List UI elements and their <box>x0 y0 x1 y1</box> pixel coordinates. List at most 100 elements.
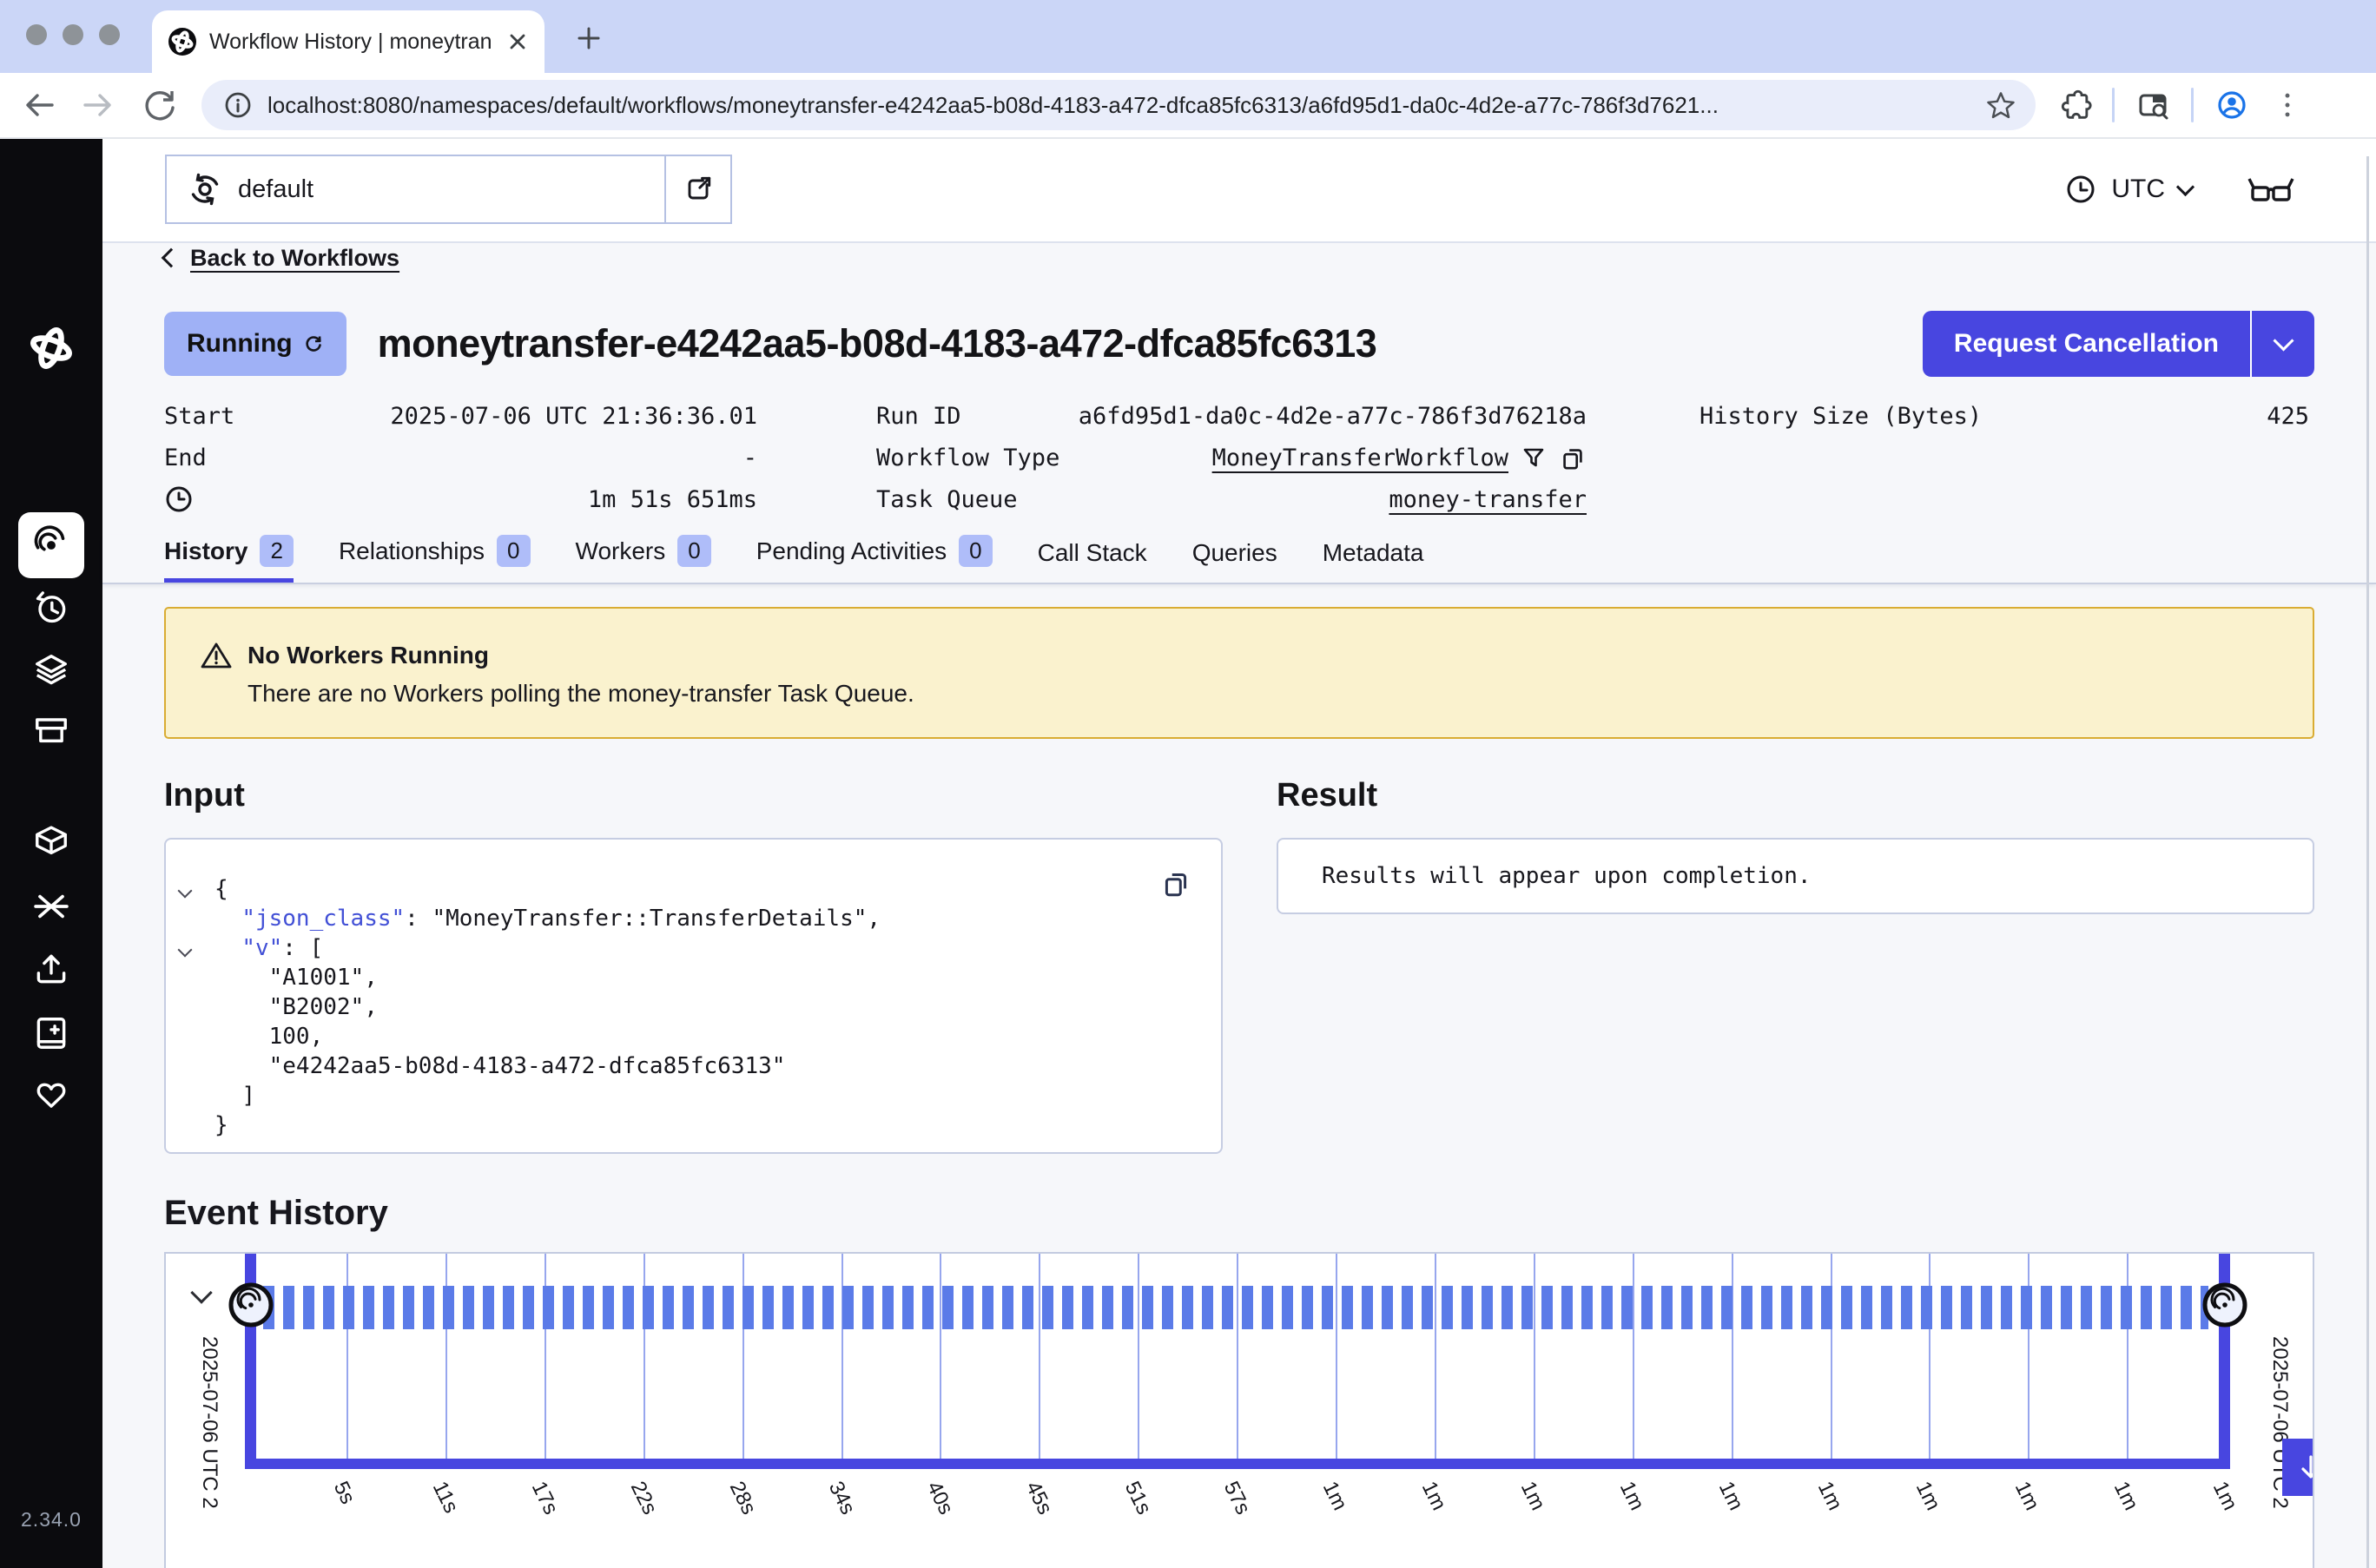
timeline-expander-chevron[interactable] <box>194 1285 209 1305</box>
json-line: "B2002", <box>214 992 1190 1022</box>
warning-triangle-icon <box>201 640 232 671</box>
tab-pending-activities[interactable]: Pending Activities0 <box>756 535 993 583</box>
no-workers-warning-banner: No Workers Running There are no Workers … <box>164 607 2314 739</box>
browser-toolbar: localhost:8080/namespaces/default/workfl… <box>0 73 2376 139</box>
axis-tick-label: 1m <box>1515 1478 1550 1514</box>
labs-glasses-icon[interactable] <box>2244 170 2298 208</box>
timeline-gridline <box>1237 1254 1238 1459</box>
sidebar-item-import[interactable] <box>0 946 102 992</box>
timezone-picker[interactable]: UTC <box>2064 173 2192 206</box>
history-size-label: History Size (Bytes) <box>1700 403 1982 430</box>
sidebar-item-schedules[interactable] <box>0 585 102 630</box>
window-controls[interactable] <box>26 24 120 45</box>
timeline-gridline <box>742 1254 744 1459</box>
theme-sun-icon[interactable] <box>0 1563 102 1568</box>
collapse-chevron-icon[interactable] <box>180 885 190 900</box>
workflows-spiral-icon <box>18 512 84 578</box>
sidebar-item-namespaces[interactable] <box>0 648 102 693</box>
sidebar-item-deployments[interactable] <box>0 820 102 866</box>
tab-call-stack[interactable]: Call Stack <box>1038 539 1147 583</box>
forward-arrow-icon[interactable] <box>80 86 118 124</box>
request-cancellation-label[interactable]: Request Cancellation <box>1923 311 2252 377</box>
axis-tick-label: 1m <box>1614 1478 1649 1514</box>
json-line: } <box>214 1110 1190 1140</box>
sidebar-item-workflows[interactable] <box>0 512 102 578</box>
scroll-to-bottom-button[interactable] <box>2282 1439 2314 1496</box>
latest-event-marker[interactable] <box>2202 1282 2247 1328</box>
axis-tick-label: 1m <box>1416 1478 1451 1514</box>
tab-relationships[interactable]: Relationships0 <box>339 535 531 583</box>
timeline-gridline <box>1435 1254 1436 1459</box>
run-id-label: Run ID <box>876 403 961 430</box>
sidebar-item-feedback[interactable] <box>0 1073 102 1118</box>
workflow-details: Start2025-07-06 UTC 21:36:36.01 End- 1m … <box>164 398 2314 523</box>
tab-title: Workflow History | moneytran <box>209 30 494 55</box>
tab-history[interactable]: History2 <box>164 535 294 583</box>
timeline-gridline <box>1039 1254 1040 1459</box>
tab-relationships-count: 0 <box>497 535 530 567</box>
axis-tick-label: 34s <box>822 1478 859 1519</box>
kebab-menu-icon[interactable] <box>2270 88 2305 122</box>
namespace-selector[interactable]: default <box>165 155 732 224</box>
start-label: Start <box>164 403 234 430</box>
axis-tick-label: 51s <box>1119 1478 1156 1519</box>
close-window-button[interactable] <box>26 24 47 45</box>
cancel-menu-chevron[interactable] <box>2252 311 2314 377</box>
task-queue-link[interactable]: money-transfer <box>1389 486 1587 513</box>
end-label: End <box>164 445 207 471</box>
zoom-window-button[interactable] <box>99 24 120 45</box>
toolbar-separator <box>2191 88 2194 122</box>
json-line: { <box>214 874 1190 904</box>
timezone-label: UTC <box>2111 175 2165 204</box>
external-link-icon[interactable] <box>666 156 730 222</box>
timeline-gridline <box>1633 1254 1634 1459</box>
request-cancellation-button[interactable]: Request Cancellation <box>1923 311 2314 377</box>
tab-queries[interactable]: Queries <box>1192 539 1277 583</box>
run-id-value: a6fd95d1-da0c-4d2e-a77c-786f3d76218a <box>1079 403 1587 430</box>
back-arrow-icon[interactable] <box>19 86 57 124</box>
temporal-logo-icon[interactable] <box>0 320 102 377</box>
site-info-icon[interactable] <box>222 89 254 121</box>
copy-icon[interactable] <box>1160 867 1191 899</box>
tab-search-icon[interactable] <box>2134 86 2172 124</box>
event-history-timeline[interactable]: 5s11s17s22s28s34s40s45s51s57s1m1m1m1m1m1… <box>164 1252 2314 1568</box>
timeline-gridline <box>644 1254 645 1459</box>
minimize-window-button[interactable] <box>63 24 83 45</box>
status-label: Running <box>187 329 293 359</box>
workflow-type-link[interactable]: MoneyTransferWorkflow <box>1212 445 1508 471</box>
filter-funnel-icon[interactable] <box>1521 445 1547 471</box>
url-text[interactable]: localhost:8080/namespaces/default/workfl… <box>267 92 1970 119</box>
result-placeholder: Results will appear upon completion. <box>1322 863 1812 889</box>
tab-workers-count: 0 <box>677 535 710 567</box>
tab-history-count: 2 <box>260 535 293 567</box>
end-value: - <box>743 445 757 471</box>
timeline-gridline <box>1732 1254 1733 1459</box>
browser-tab[interactable]: Workflow History | moneytran <box>152 10 544 73</box>
workflow-started-marker[interactable] <box>228 1282 274 1328</box>
collapse-chevron-icon[interactable] <box>180 944 190 959</box>
json-line: "json_class": "MoneyTransfer::TransferDe… <box>214 904 1190 933</box>
reload-icon[interactable] <box>141 86 179 124</box>
json-line: ] <box>214 1081 1190 1110</box>
sidebar-item-nexus[interactable] <box>0 884 102 929</box>
tab-metadata[interactable]: Metadata <box>1323 539 1424 583</box>
url-bar[interactable]: localhost:8080/namespaces/default/workfl… <box>201 80 2036 130</box>
running-workflow-bar[interactable] <box>263 1286 2208 1329</box>
back-to-workflows-link[interactable]: Back to Workflows <box>190 245 399 272</box>
workflow-tabs: History2 Relationships0 Workers0 Pending… <box>102 535 2376 584</box>
profile-avatar-icon[interactable] <box>2213 86 2251 124</box>
sidebar-item-docs[interactable] <box>0 1011 102 1056</box>
sidebar-item-archive[interactable] <box>0 708 102 754</box>
tab-workers[interactable]: Workers0 <box>576 535 711 583</box>
json-line: 100, <box>214 1022 1190 1051</box>
favicon-temporal <box>168 27 197 56</box>
page-scrollbar[interactable] <box>2366 156 2369 1568</box>
extensions-puzzle-icon[interactable] <box>2056 87 2093 123</box>
start-value: 2025-07-06 UTC 21:36:36.01 <box>390 403 757 430</box>
chevron-left-icon <box>162 248 182 268</box>
timeline-gridline <box>446 1254 447 1459</box>
copy-icon[interactable] <box>1559 444 1587 471</box>
close-tab-icon[interactable] <box>506 30 529 53</box>
bookmark-star-icon[interactable] <box>1983 88 2018 122</box>
new-tab-button[interactable] <box>570 19 608 57</box>
